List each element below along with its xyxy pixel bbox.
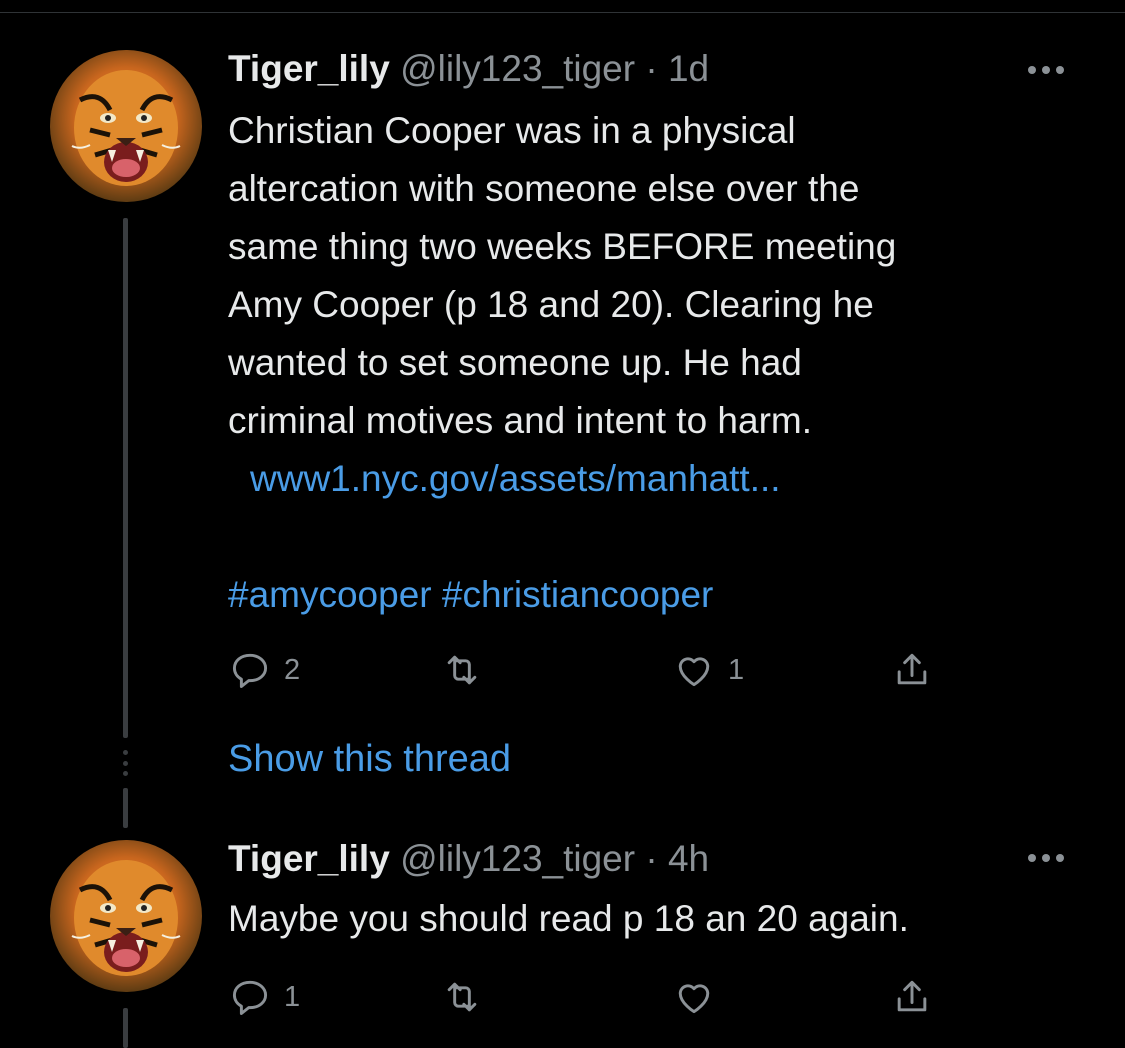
display-name[interactable]: Tiger_lily xyxy=(228,838,390,879)
retweet-button[interactable] xyxy=(440,975,496,1019)
share-icon xyxy=(897,980,927,1012)
heart-icon xyxy=(678,984,710,1014)
thread-line xyxy=(123,1008,128,1048)
tweet-actions: 1 xyxy=(228,975,948,1021)
tweet-header: Tiger_lily @lily123_tiger · 4h xyxy=(228,838,709,880)
tweet-text: Maybe you should read p 18 an 20 again. xyxy=(228,890,1088,948)
tweet-2[interactable]: Tiger_lily @lily123_tiger · 4h Maybe you… xyxy=(0,0,1125,1048)
retweet-icon xyxy=(447,982,477,1012)
share-button[interactable] xyxy=(890,975,934,1019)
more-horizontal-icon[interactable] xyxy=(1028,848,1074,868)
like-button[interactable] xyxy=(672,975,728,1019)
reply-button[interactable]: 1 xyxy=(228,975,300,1019)
tweet-text-line: Maybe you should read p 18 an 20 again. xyxy=(228,898,909,939)
timestamp[interactable]: · 4h xyxy=(645,838,709,879)
handle[interactable]: @lily123_tiger xyxy=(400,838,635,879)
reply-icon xyxy=(232,980,268,1015)
reply-count: 1 xyxy=(284,980,301,1013)
tiger-avatar-icon xyxy=(71,860,181,976)
avatar[interactable] xyxy=(50,840,202,992)
